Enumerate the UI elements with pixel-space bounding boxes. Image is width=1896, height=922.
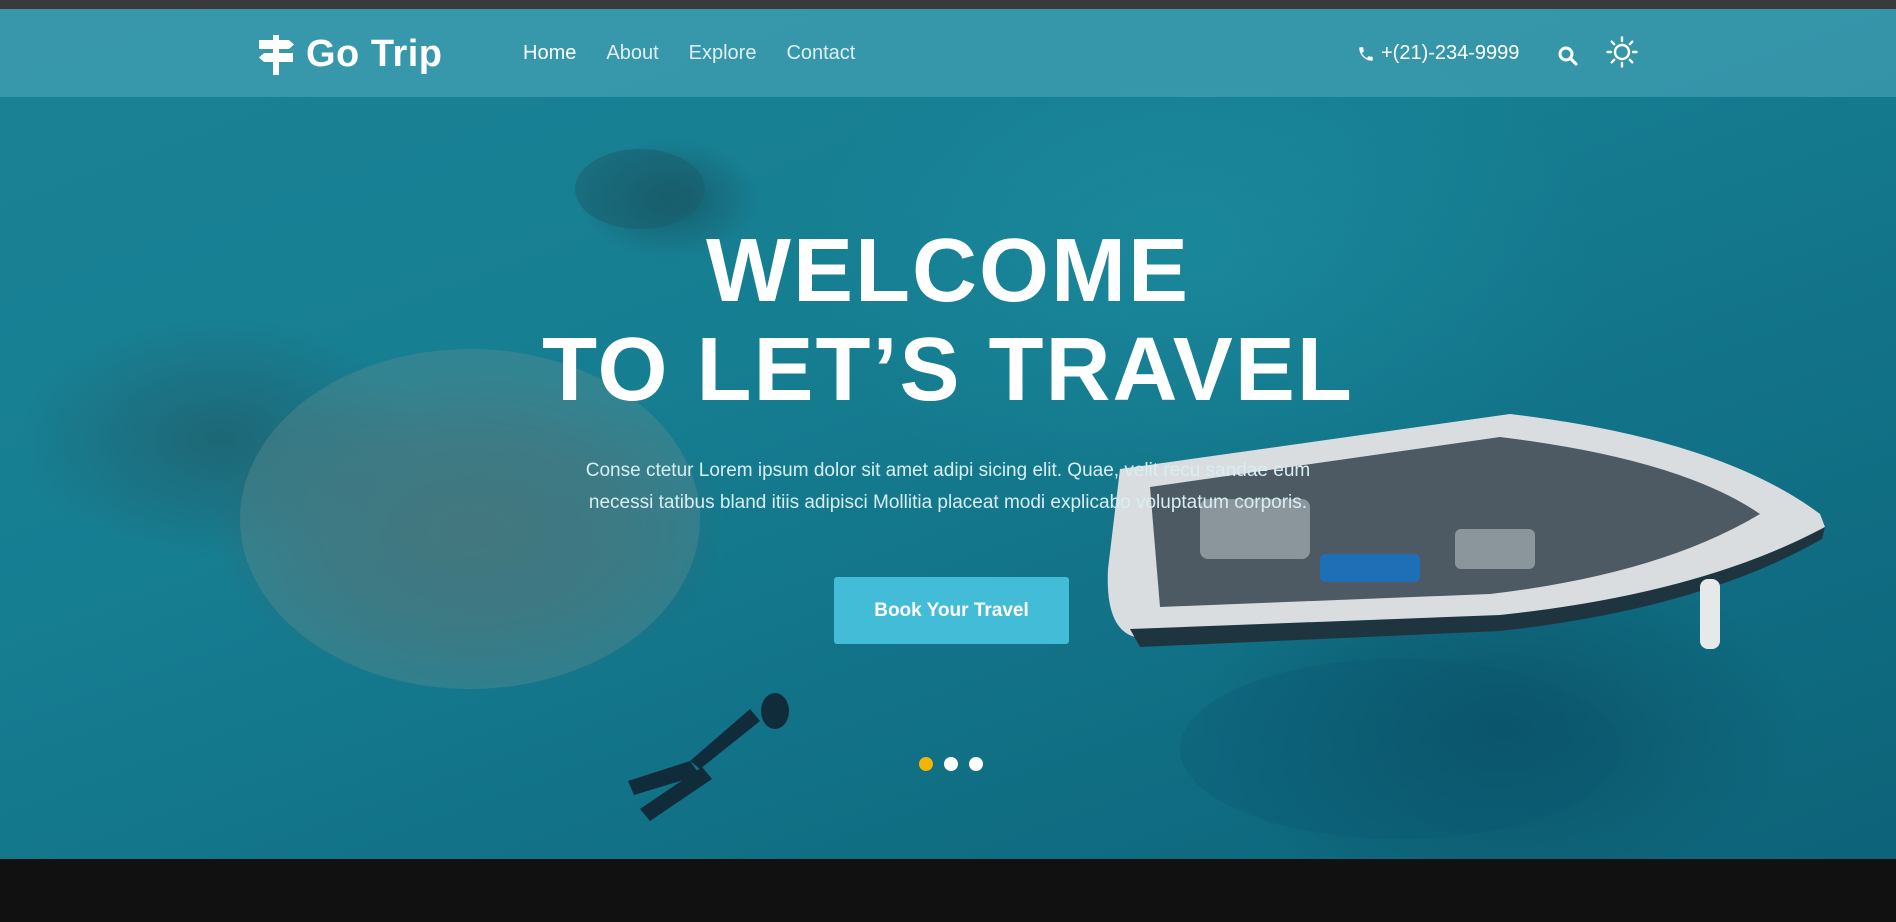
slide-dot-1[interactable] bbox=[919, 757, 933, 771]
nav-explore[interactable]: Explore bbox=[689, 42, 757, 65]
boat-shape bbox=[1107, 414, 1825, 649]
top-navbar: Go Trip Home About Explore Contact +(21)… bbox=[0, 9, 1896, 97]
nav-home[interactable]: Home bbox=[523, 42, 576, 65]
slider-pagination bbox=[919, 757, 983, 771]
nav-contact[interactable]: Contact bbox=[786, 42, 855, 65]
phone-icon bbox=[1359, 46, 1373, 61]
hero-title-line2: TO LET’S TRAVEL bbox=[542, 320, 1354, 420]
book-travel-button[interactable]: Book Your Travel bbox=[834, 577, 1069, 644]
brand-logo[interactable]: Go Trip bbox=[256, 32, 443, 75]
signpost-icon bbox=[259, 35, 294, 75]
slide-dot-2[interactable] bbox=[944, 757, 958, 771]
hero-title-line1: WELCOME bbox=[706, 221, 1190, 321]
sun-icon[interactable] bbox=[1606, 36, 1638, 68]
hero-description-line1: Conse ctetur Lorem ipsum dolor sit amet … bbox=[585, 460, 1311, 481]
search-icon[interactable] bbox=[1557, 45, 1579, 67]
hero-section: Go Trip Home About Explore Contact +(21)… bbox=[0, 9, 1896, 859]
brand-name: Go Trip bbox=[306, 32, 443, 75]
phone-number: +(21)-234-9999 bbox=[1381, 42, 1520, 64]
slide-dot-3[interactable] bbox=[969, 757, 983, 771]
nav-about[interactable]: About bbox=[606, 42, 658, 65]
main-nav: Home About Explore Contact bbox=[523, 42, 855, 65]
diver-shape bbox=[628, 693, 789, 821]
hero-background-image bbox=[240, 149, 1825, 839]
window-top-strip bbox=[0, 0, 1896, 9]
phone-contact[interactable]: +(21)-234-9999 bbox=[1357, 42, 1519, 65]
hero-description-line2: necessi tatibus bland itiis adipisci Mol… bbox=[588, 492, 1308, 513]
hero-description: Conse ctetur Lorem ipsum dolor sit amet … bbox=[548, 455, 1348, 519]
